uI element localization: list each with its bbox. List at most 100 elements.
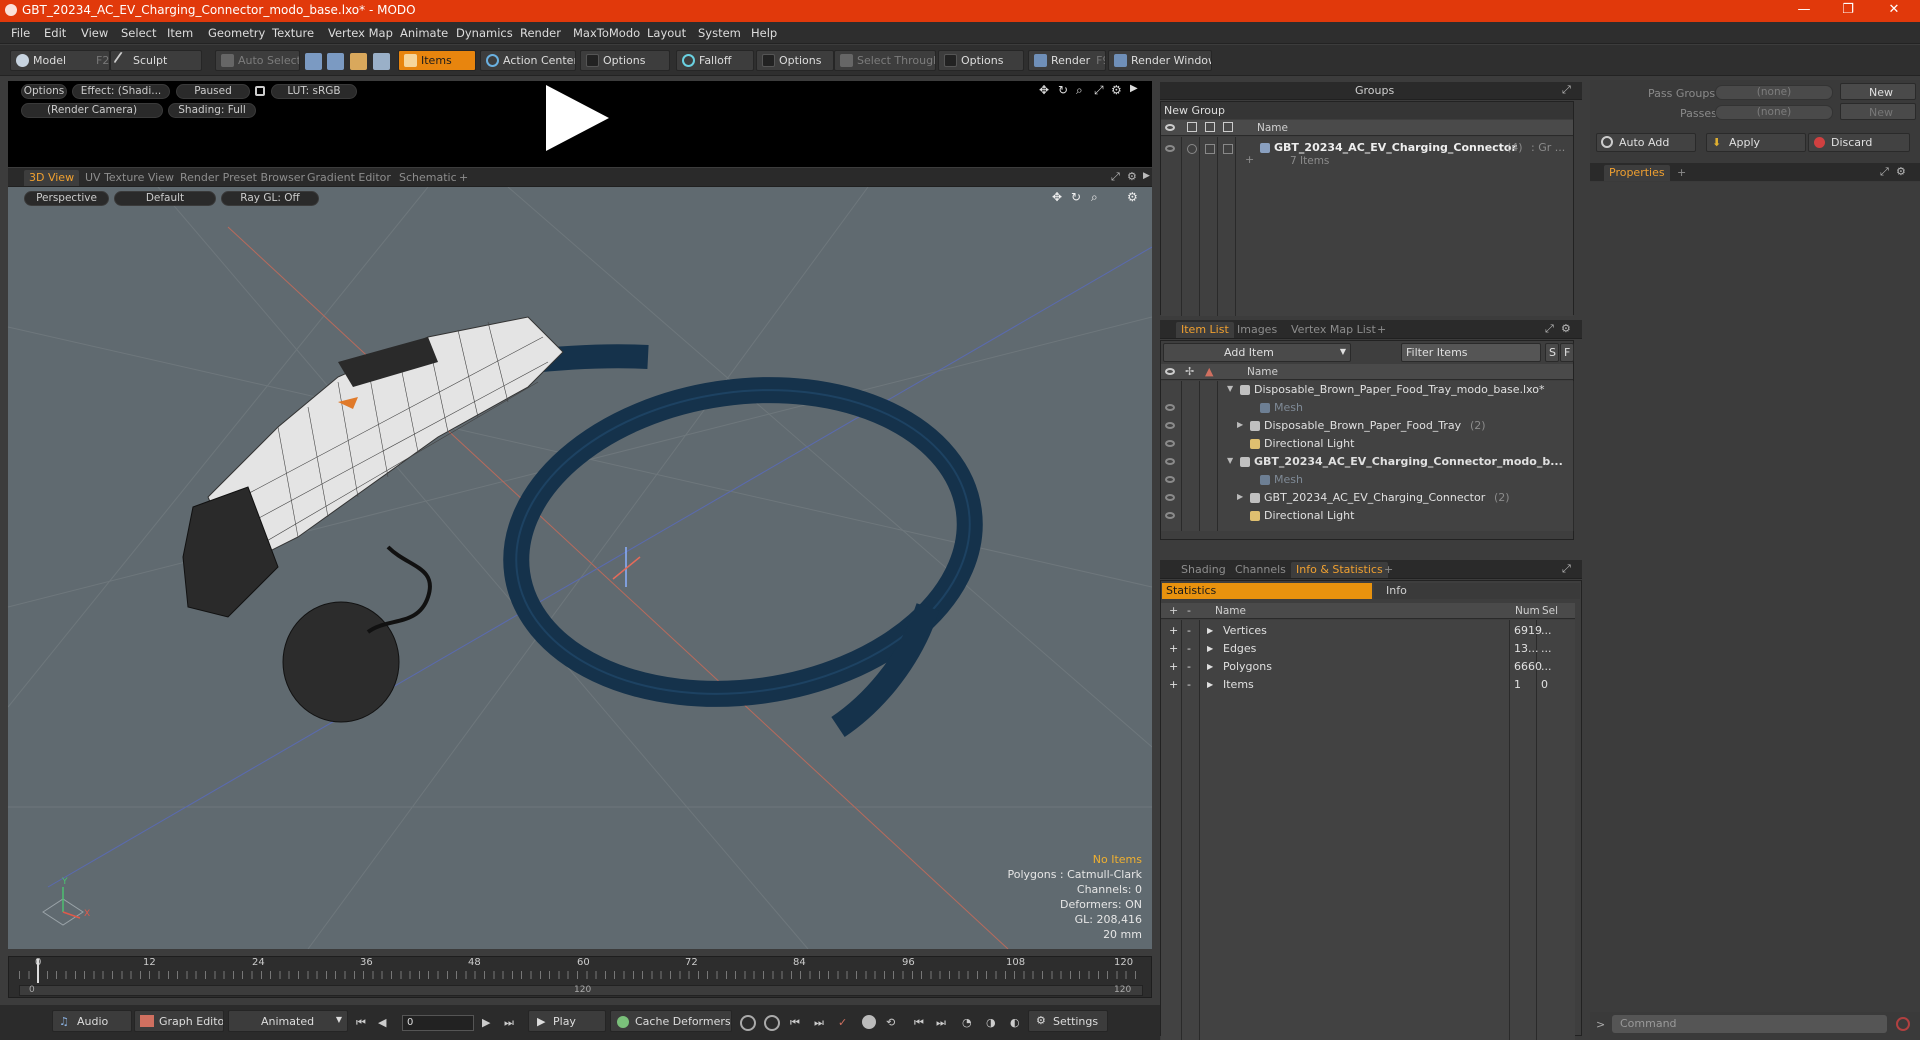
expand-plus-icon[interactable]: + <box>1169 678 1178 691</box>
auto-add-button[interactable]: Auto Add <box>1596 133 1696 152</box>
expand-all-icon[interactable]: + <box>1169 604 1178 617</box>
play-button[interactable]: ▶ Play <box>528 1010 606 1032</box>
tab-uv-texture-view[interactable]: UV Texture View <box>80 170 179 186</box>
prev-key-icon[interactable]: ⏮ <box>790 1016 800 1030</box>
collapse-minus-icon[interactable]: - <box>1187 678 1191 691</box>
maximize-icon[interactable]: ⤢ <box>1111 170 1120 184</box>
vertex-select-icon[interactable] <box>305 53 322 70</box>
tab-statistics[interactable]: Statistics <box>1162 583 1372 599</box>
falloff-options-button[interactable]: Options <box>756 50 834 71</box>
step-forward-icon[interactable]: ▶ <box>482 1016 490 1029</box>
command-input[interactable]: Command <box>1612 1015 1887 1033</box>
lock-icon[interactable] <box>255 86 265 96</box>
tab-render-preset-browser[interactable]: Render Preset Browser <box>175 170 310 186</box>
edge-select-icon[interactable] <box>327 53 344 70</box>
maximize-icon[interactable]: ⤢ <box>1545 322 1554 336</box>
lut-dropdown[interactable]: LUT: sRGB <box>271 84 357 99</box>
menu-help[interactable]: Help <box>751 26 777 40</box>
pan-icon[interactable]: ✥ <box>1052 190 1062 204</box>
collapse-minus-icon[interactable]: - <box>1187 660 1191 673</box>
tab-channels[interactable]: Channels <box>1230 562 1291 578</box>
material-select-icon[interactable] <box>373 53 390 70</box>
rotate-icon[interactable]: ↻ <box>1058 83 1068 97</box>
filter-f-button[interactable]: F <box>1560 343 1574 362</box>
rotate-icon[interactable]: ↻ <box>1071 190 1081 204</box>
item-list-row[interactable]: ▼ GBT_20234_AC_EV_Charging_Connector_modo… <box>1161 453 1573 471</box>
expand-arrow-icon[interactable]: ▶ <box>1237 492 1243 501</box>
new-group-button[interactable]: New Group <box>1161 102 1573 119</box>
auto-select-button[interactable]: Auto Select <box>215 50 300 71</box>
stats-row[interactable]: + - ▶ Items 1 0 <box>1161 676 1575 694</box>
zoom-icon[interactable]: ⌕ <box>1091 190 1098 205</box>
set-key-icon[interactable]: ✓ <box>838 1016 847 1029</box>
gear-icon[interactable]: ⚙ <box>1127 170 1137 183</box>
shading-style-dropdown[interactable]: Default <box>114 191 216 206</box>
eye-icon[interactable] <box>1165 124 1175 131</box>
maximize-icon[interactable]: ⤢ <box>1094 83 1104 98</box>
timeline-playhead[interactable] <box>37 959 39 983</box>
filter-s-button[interactable]: S <box>1545 343 1559 362</box>
auto-key-icon[interactable] <box>764 1015 780 1031</box>
item-list-row[interactable]: Mesh <box>1161 399 1573 417</box>
skip-start-icon[interactable]: ⏮ <box>356 1016 366 1030</box>
gear-icon[interactable]: ⚙ <box>1561 322 1571 335</box>
select-toggle-icon[interactable] <box>1223 144 1233 154</box>
action-center-button[interactable]: Action Center <box>480 50 576 71</box>
first-frame-icon[interactable]: ⏮ <box>914 1016 924 1030</box>
tab-schematic[interactable]: Schematic <box>394 170 462 186</box>
lock-toggle-icon[interactable] <box>1205 144 1215 154</box>
item-list-row[interactable]: Directional Light <box>1161 507 1573 525</box>
settings-button[interactable]: ⚙ Settings <box>1028 1010 1108 1032</box>
menu-select[interactable]: Select <box>121 26 156 40</box>
timeline[interactable]: 0 12 24 36 48 60 72 84 96 108 120 0 120 … <box>8 956 1152 998</box>
graph-editor-button[interactable]: Graph Editor <box>134 1010 224 1032</box>
items-mode-button[interactable]: Items <box>398 50 476 71</box>
gear-icon[interactable]: ⚙ <box>1111 83 1122 97</box>
loop-icon[interactable]: ⟲ <box>886 1016 895 1029</box>
ghost-icon[interactable]: ◐ <box>1010 1016 1020 1029</box>
audio-scrub-icon[interactable]: ◔ <box>962 1016 972 1029</box>
tab-info[interactable]: Info <box>1374 583 1580 599</box>
sculpt-mode-button[interactable]: Sculpt <box>110 50 202 71</box>
item-list-row[interactable]: Directional Light <box>1161 435 1573 453</box>
tab-3d-view[interactable]: 3D View <box>24 170 80 186</box>
item-list-row[interactable]: ▼ Disposable_Brown_Paper_Food_Tray_modo_b… <box>1161 381 1573 399</box>
menu-animate[interactable]: Animate <box>400 26 448 40</box>
record-icon[interactable] <box>862 1015 876 1029</box>
menu-dynamics[interactable]: Dynamics <box>456 26 513 40</box>
discard-button[interactable]: Discard <box>1808 133 1910 152</box>
animated-dropdown[interactable]: Animated ▼ <box>228 1010 348 1032</box>
menu-system[interactable]: System <box>698 26 741 40</box>
stats-row[interactable]: + - ▶ Vertices 6919... <box>1161 622 1575 640</box>
gear-icon[interactable]: ⚙ <box>1127 190 1138 204</box>
render-icon[interactable] <box>1187 122 1197 132</box>
add-tab-button[interactable]: + <box>454 170 473 186</box>
step-back-icon[interactable]: ◀ <box>378 1016 386 1029</box>
model-mode-button[interactable]: Model F2 <box>10 50 110 71</box>
add-item-dropdown[interactable]: Add Item ▼ <box>1163 343 1351 362</box>
expand-arrow-icon[interactable]: ▶ <box>1207 626 1213 635</box>
menu-layout[interactable]: Layout <box>647 26 686 40</box>
tab-images[interactable]: Images <box>1232 322 1282 338</box>
menu-view[interactable]: View <box>81 26 108 40</box>
maximize-icon[interactable]: ⤢ <box>1880 165 1889 179</box>
tab-info-statistics[interactable]: Info & Statistics <box>1291 562 1388 578</box>
menu-edit[interactable]: Edit <box>44 26 66 40</box>
render-camera-dropdown[interactable]: (Render Camera) <box>21 103 163 118</box>
audio-button[interactable]: ♫ Audio <box>52 1010 132 1032</box>
render-window-button[interactable]: Render Window <box>1108 50 1212 71</box>
minimize-icon[interactable]: — <box>1784 2 1824 17</box>
lock-icon[interactable] <box>1205 122 1215 132</box>
menu-maxtomodo[interactable]: MaxToModo <box>573 26 640 40</box>
expand-arrow-icon[interactable]: ▶ <box>1143 171 1150 181</box>
perspective-dropdown[interactable]: Perspective <box>24 191 109 206</box>
polygon-select-icon[interactable] <box>350 53 367 70</box>
maximize-icon[interactable]: ⤢ <box>1562 562 1571 576</box>
render-button[interactable]: RenderF9 <box>1028 50 1106 71</box>
zoom-icon[interactable]: ⌕ <box>1076 83 1083 98</box>
raygl-dropdown[interactable]: Ray GL: Off <box>221 191 319 206</box>
eye-icon[interactable] <box>1165 368 1175 375</box>
last-frame-icon[interactable]: ⏭ <box>936 1016 946 1030</box>
menu-geometry[interactable]: Geometry <box>208 26 265 40</box>
item-list-row[interactable]: ▶ Disposable_Brown_Paper_Food_Tray (2) <box>1161 417 1573 435</box>
